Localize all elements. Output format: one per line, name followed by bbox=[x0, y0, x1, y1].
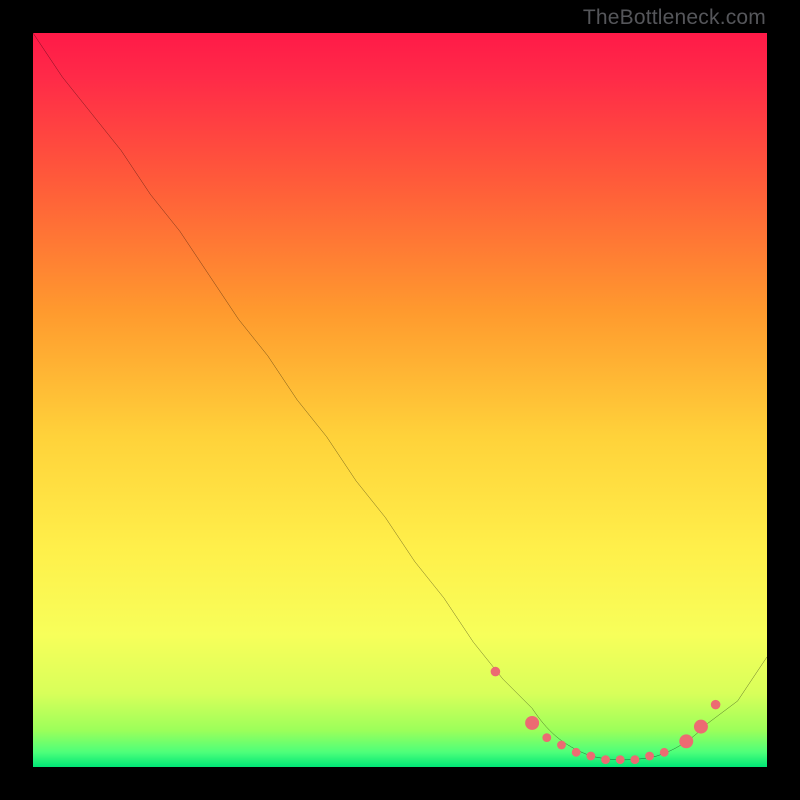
plot-area bbox=[33, 33, 767, 767]
curve-path bbox=[33, 33, 767, 760]
chart-frame: TheBottleneck.com bbox=[0, 0, 800, 800]
marker-group bbox=[491, 667, 721, 764]
watermark-text: TheBottleneck.com bbox=[583, 6, 766, 30]
bottleneck-curve bbox=[33, 33, 767, 767]
